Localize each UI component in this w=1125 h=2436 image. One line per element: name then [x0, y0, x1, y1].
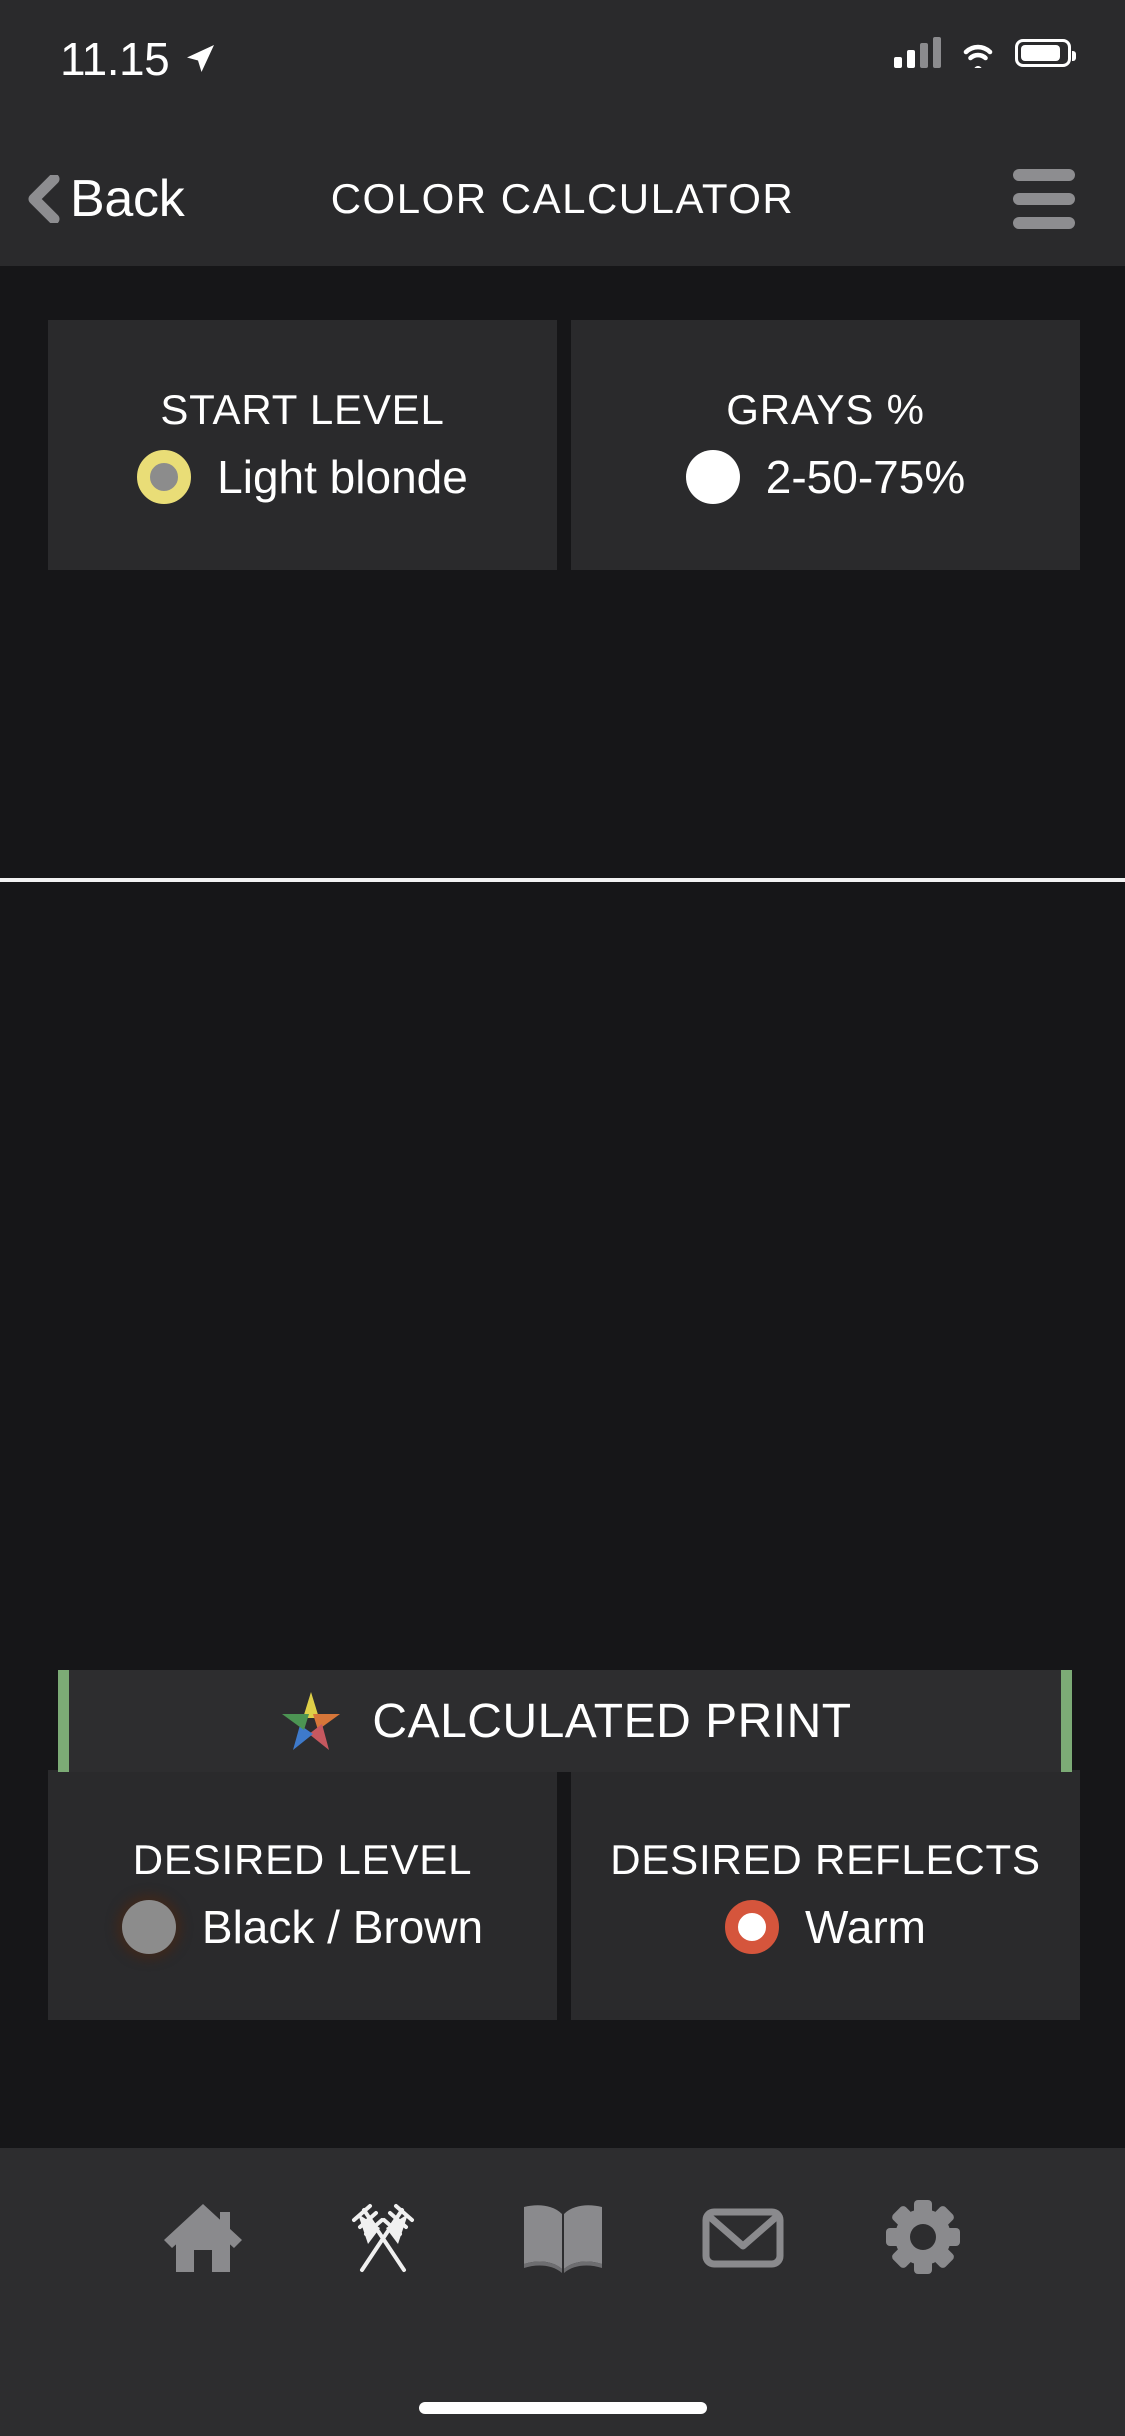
mail-icon: [698, 2198, 788, 2276]
status-bar-clock: 11.15: [60, 33, 170, 85]
tab-bar: [0, 2148, 1125, 2436]
desired-level-swatch-icon: [121, 1900, 176, 1954]
location-arrow-icon: [183, 42, 217, 76]
grays-percent-value-row: 2-50-75%: [685, 450, 966, 504]
navigation-bar: COLOR CALCULATOR Back: [0, 132, 1125, 266]
battery-icon: [1015, 39, 1076, 67]
cellular-signal-icon: [894, 37, 941, 68]
grays-percent-value: 2-50-75%: [765, 451, 966, 503]
back-button-label: Back: [70, 170, 185, 228]
wifi-icon: [959, 38, 997, 75]
start-section: START LEVEL Light blonde GRAYS % 2-50-75…: [0, 266, 1125, 1038]
crossed-combs-icon: [340, 2198, 426, 2276]
desired-section: DESIRED LEVEL Black / Brown DESIRED REFL…: [0, 882, 1125, 2148]
desired-reflects-swatch-icon: [725, 1900, 780, 1954]
tab-mail[interactable]: [677, 2187, 809, 2287]
home-icon: [160, 2198, 246, 2276]
calculated-print-label: CALCULATED PRINT: [372, 1694, 852, 1748]
tab-combs[interactable]: [317, 2187, 449, 2287]
desired-level-title: DESIRED LEVEL: [132, 1836, 473, 1883]
start-level-value-row: Light blonde: [137, 450, 468, 504]
chevron-left-icon: [26, 173, 62, 225]
calculated-print-left-edge: [58, 1670, 69, 1772]
tab-settings[interactable]: [857, 2187, 989, 2287]
grays-percent-title: GRAYS %: [726, 386, 925, 433]
desired-reflects-value: Warm: [805, 1901, 926, 1953]
tab-bar-items: [0, 2182, 1125, 2292]
start-level-swatch-icon: [137, 450, 192, 504]
desired-reflects-card[interactable]: DESIRED REFLECTS Warm: [571, 1770, 1080, 2020]
calculated-print-body: CALCULATED PRINT: [69, 1670, 1061, 1772]
status-bar: 11.15: [0, 0, 1125, 132]
tab-home[interactable]: [137, 2187, 269, 2287]
app-screen: 11.15 COLOR CALCULATOR Back START LEVEL …: [0, 0, 1125, 2436]
start-level-title: START LEVEL: [160, 386, 445, 433]
grays-percent-card[interactable]: GRAYS % 2-50-75%: [571, 320, 1080, 570]
hamburger-menu-icon[interactable]: [1005, 155, 1083, 243]
desired-reflects-value-row: Warm: [725, 1900, 926, 1954]
start-card-row: START LEVEL Light blonde GRAYS % 2-50-75…: [48, 320, 1080, 570]
desired-reflects-title: DESIRED REFLECTS: [610, 1836, 1041, 1883]
gear-icon: [880, 2198, 966, 2276]
back-button[interactable]: Back: [10, 159, 200, 239]
start-level-value: Light blonde: [217, 451, 468, 503]
status-bar-right: [894, 37, 1076, 75]
calculated-print-button[interactable]: CALCULATED PRINT: [58, 1670, 1072, 1772]
desired-level-card[interactable]: DESIRED LEVEL Black / Brown: [48, 1770, 557, 2020]
color-star-icon: [278, 1688, 344, 1754]
grays-percent-swatch-icon: [685, 450, 740, 504]
home-indicator: [418, 2402, 707, 2414]
calculated-print-right-edge: [1061, 1670, 1072, 1772]
start-level-card[interactable]: START LEVEL Light blonde: [48, 320, 557, 570]
open-book-icon: [518, 2198, 608, 2276]
desired-level-value: Black / Brown: [201, 1901, 484, 1953]
desired-card-row: DESIRED LEVEL Black / Brown DESIRED REFL…: [48, 1770, 1080, 2020]
tab-book[interactable]: [497, 2187, 629, 2287]
status-bar-left: 11.15: [60, 32, 217, 86]
desired-level-value-row: Black / Brown: [121, 1900, 484, 1954]
